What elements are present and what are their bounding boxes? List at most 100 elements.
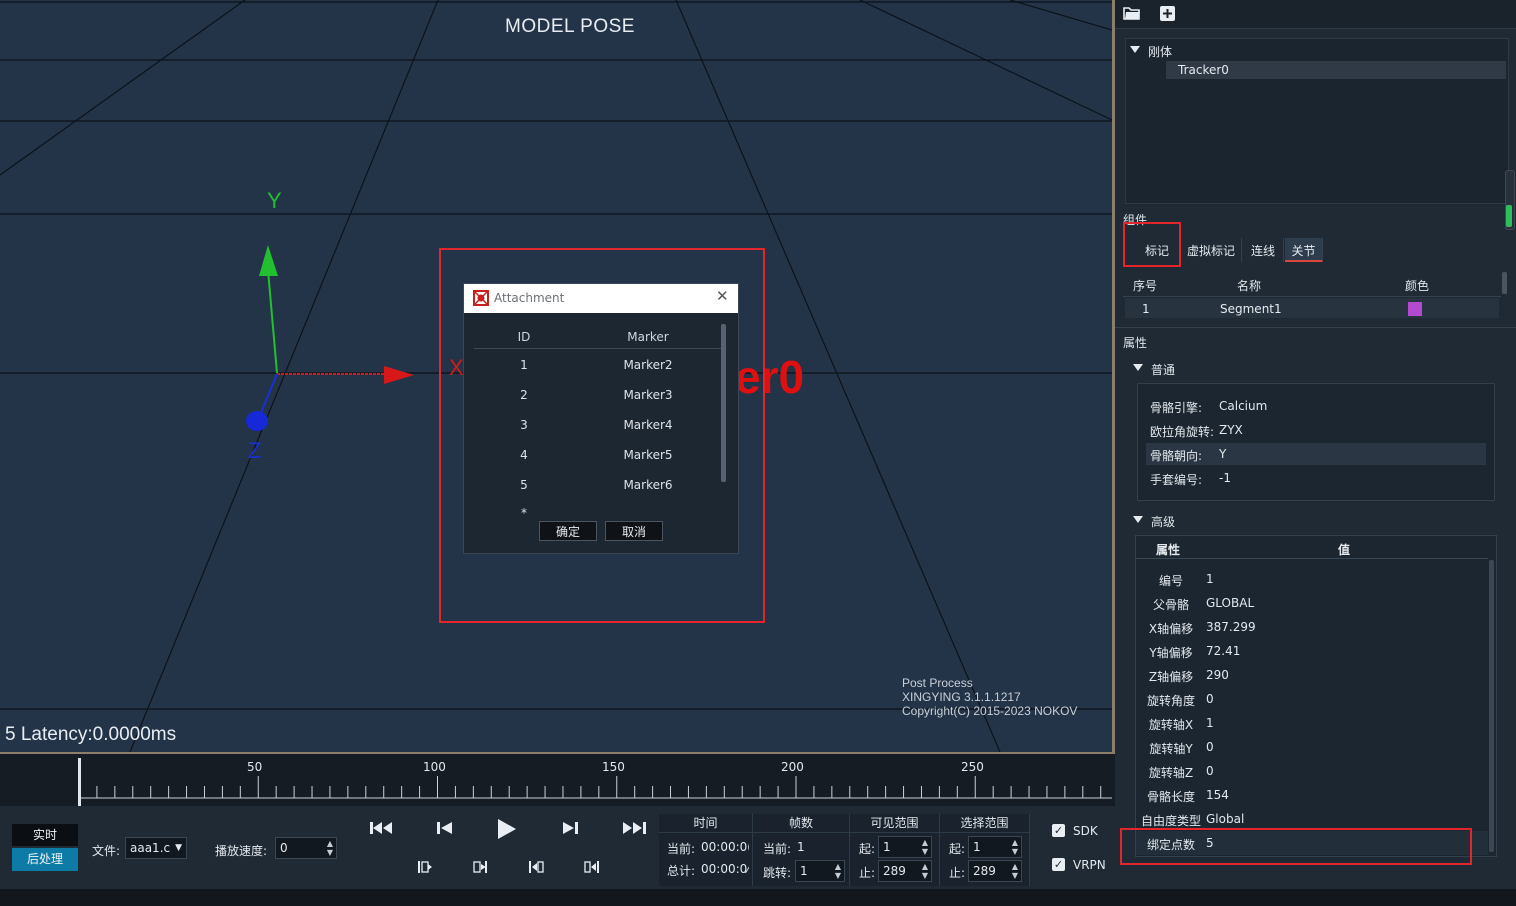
speed-label: 播放速度:: [215, 844, 268, 858]
z-axis-sphere: [246, 411, 268, 431]
advanced-header: 属性 值: [1136, 536, 1488, 559]
new-row-indicator: *: [521, 506, 527, 520]
dialog-scrollbar[interactable]: [721, 324, 726, 482]
property-row[interactable]: 手套编号: -1: [1146, 467, 1486, 489]
property-row[interactable]: Y轴偏移 72.41: [1136, 639, 1488, 663]
visible-end-spinbox[interactable]: 289 ▲ ▼: [878, 860, 932, 882]
tab-joints[interactable]: 关节: [1285, 238, 1323, 262]
ok-button[interactable]: 确定: [539, 521, 597, 541]
segment-color-swatch[interactable]: [1408, 302, 1422, 316]
scrollbar-thumb[interactable]: [1506, 205, 1512, 227]
tree-item-tracker0[interactable]: Tracker0: [1166, 61, 1506, 79]
version-line-1: Post Process: [902, 676, 973, 690]
rigid-body-tree: 刚体 Tracker0: [1125, 38, 1509, 204]
skip-to-end-icon[interactable]: [622, 821, 646, 835]
selection-start-spinbox[interactable]: 1 ▲ ▼: [968, 836, 1022, 858]
property-row[interactable]: 绑定点数 5: [1136, 831, 1488, 855]
property-row[interactable]: 旋转轴X 1: [1136, 711, 1488, 735]
set-out-point-icon[interactable]: [472, 860, 488, 874]
property-value: 1: [1206, 572, 1214, 586]
spin-arrows-icon[interactable]: ▲ ▼: [835, 862, 841, 880]
advanced-scrollbar[interactable]: [1489, 560, 1494, 852]
property-row[interactable]: 旋转轴Y 0: [1136, 735, 1488, 759]
property-row[interactable]: 自由度类型 Global: [1136, 807, 1488, 831]
expand-caret-icon[interactable]: [1133, 364, 1143, 371]
property-value: 0: [1206, 764, 1214, 778]
table-row[interactable]: 5 Marker6: [464, 470, 714, 500]
selection-end-value: 289: [973, 864, 996, 878]
header-divider: [1123, 296, 1501, 297]
advanced-properties: 属性 值 编号 1 父骨骼 GLOBAL X轴偏移 387.299 Y轴偏移 72.41…: [1135, 535, 1497, 857]
property-row[interactable]: 编号 1: [1136, 567, 1488, 591]
table-row[interactable]: 4 Marker5: [464, 440, 714, 470]
property-row[interactable]: 欧拉角旋转: ZYX: [1146, 419, 1486, 441]
tab-links[interactable]: 连线: [1243, 238, 1284, 262]
expand-caret-icon[interactable]: [1133, 516, 1143, 523]
file-select[interactable]: aaa1.c ▼: [125, 837, 187, 859]
vrpn-checkbox[interactable]: ✓: [1052, 858, 1065, 871]
table-row[interactable]: 3 Marker4: [464, 410, 714, 440]
table-row[interactable]: 1 Marker2: [464, 350, 714, 380]
sdk-label: SDK: [1073, 824, 1098, 838]
x-axis-label: X: [449, 355, 464, 380]
property-value: Global: [1206, 812, 1245, 826]
realtime-mode-button[interactable]: 实时: [12, 824, 78, 846]
postprocess-mode-button[interactable]: 后处理: [12, 848, 78, 871]
spin-arrows-icon[interactable]: ▲ ▼: [1012, 862, 1018, 880]
playhead[interactable]: [78, 758, 81, 806]
row-id: 1: [520, 358, 528, 372]
step-back-icon[interactable]: [436, 821, 454, 835]
go-to-in-point-icon[interactable]: [528, 860, 544, 874]
jump-frame-spinbox[interactable]: 1 ▲ ▼: [795, 860, 845, 882]
dialog-titlebar[interactable]: Attachment ✕: [464, 284, 738, 313]
spin-arrows-icon[interactable]: ▲ ▼: [327, 839, 333, 857]
property-value: ZYX: [1219, 423, 1243, 437]
row-marker: Marker6: [623, 478, 673, 492]
set-in-point-icon[interactable]: [417, 860, 433, 874]
property-key: Y轴偏移: [1149, 646, 1193, 660]
expand-caret-icon[interactable]: [1130, 46, 1140, 53]
step-forward-icon[interactable]: [562, 821, 580, 835]
speed-value: 0: [280, 841, 288, 855]
timeline[interactable]: 50 100 150 200 250: [0, 754, 1115, 806]
property-row[interactable]: 骨骼长度 154: [1136, 783, 1488, 807]
general-section-label[interactable]: 普通: [1151, 361, 1175, 378]
tree-root-rigid-body[interactable]: 刚体: [1148, 43, 1172, 60]
close-icon[interactable]: ✕: [716, 287, 729, 305]
spin-arrows-icon[interactable]: ▲ ▼: [922, 838, 928, 856]
property-value: Y: [1219, 447, 1227, 461]
property-row[interactable]: 骨骼朝向: Y: [1146, 443, 1486, 465]
app-logo-icon: [473, 290, 489, 306]
property-row[interactable]: 父骨骼 GLOBAL: [1136, 591, 1488, 615]
property-row[interactable]: 旋转轴Z 0: [1136, 759, 1488, 783]
play-icon[interactable]: [497, 818, 517, 840]
spin-arrows-icon[interactable]: ▲ ▼: [922, 862, 928, 880]
property-row[interactable]: 旋转角度 0: [1136, 687, 1488, 711]
spin-arrows-icon[interactable]: ▲ ▼: [1012, 838, 1018, 856]
jump-value: 1: [800, 864, 808, 878]
visible-start-spinbox[interactable]: 1 ▲ ▼: [878, 836, 932, 858]
table-row[interactable]: 1 Segment1: [1125, 298, 1499, 318]
property-row[interactable]: X轴偏移 387.299: [1136, 615, 1488, 639]
skip-to-start-icon[interactable]: [370, 821, 394, 835]
selection-end-spinbox[interactable]: 289 ▲ ▼: [968, 860, 1022, 882]
cancel-button[interactable]: 取消: [605, 521, 663, 541]
visible-end-label: 止:: [859, 866, 876, 880]
tab-virtual-markers[interactable]: 虚拟标记: [1181, 238, 1242, 262]
visible-range-column: 可见范围 起: 1 ▲ ▼ 止: 289 ▲ ▼: [850, 814, 940, 886]
time-total-value: 00:00:0⁄: [701, 862, 749, 876]
components-scrollbar[interactable]: [1502, 272, 1507, 294]
speed-spinbox[interactable]: 0 ▲ ▼: [275, 837, 337, 859]
advanced-section-label[interactable]: 高级: [1151, 513, 1175, 530]
add-icon[interactable]: [1159, 5, 1176, 22]
tab-markers[interactable]: 标记: [1135, 238, 1180, 262]
property-value: 5: [1206, 836, 1214, 850]
open-folder-icon[interactable]: [1123, 6, 1141, 21]
property-row[interactable]: 骨骼引擎: Calcium: [1146, 395, 1486, 417]
property-value: GLOBAL: [1206, 596, 1255, 610]
sdk-checkbox[interactable]: ✓: [1052, 824, 1065, 837]
property-row[interactable]: Z轴偏移 290: [1136, 663, 1488, 687]
segment-index: 1: [1142, 302, 1150, 316]
table-row[interactable]: 2 Marker3: [464, 380, 714, 410]
go-to-out-point-icon[interactable]: [584, 860, 600, 874]
